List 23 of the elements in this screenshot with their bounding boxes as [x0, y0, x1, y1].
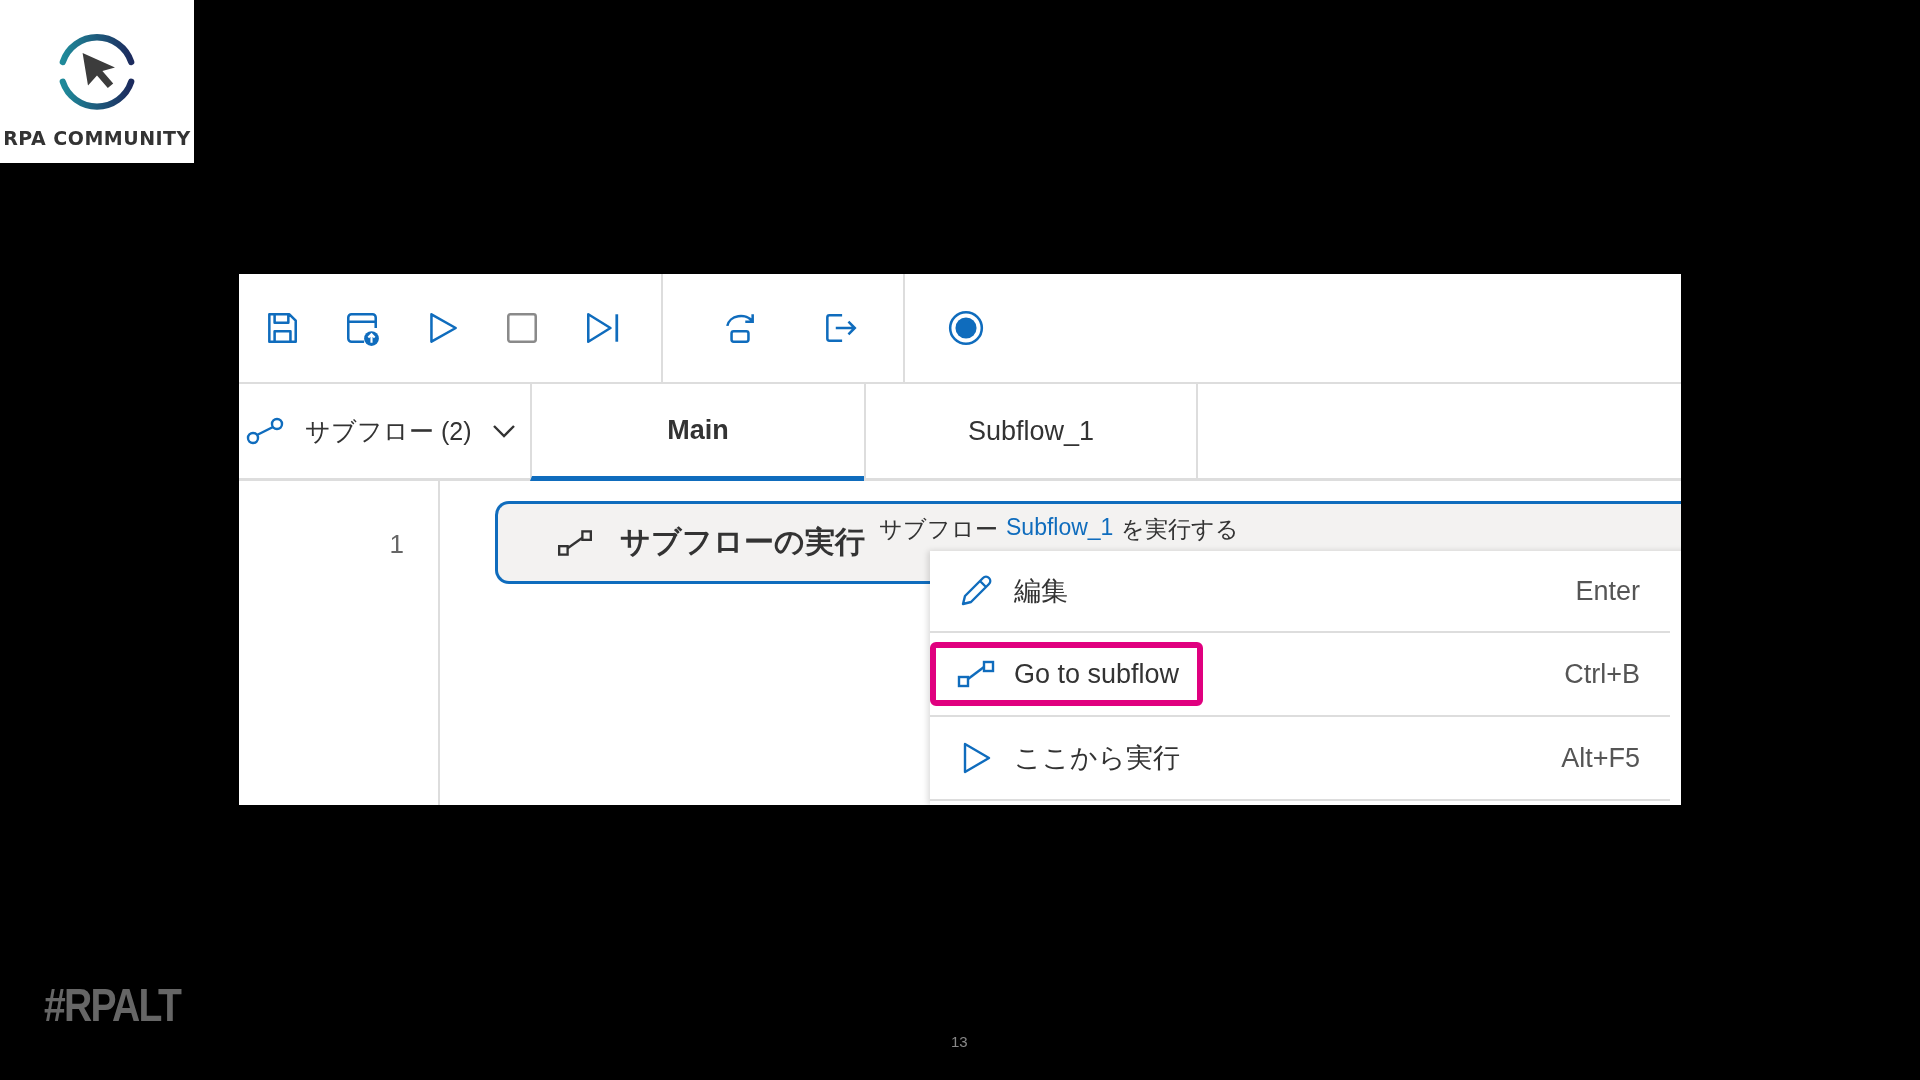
subflows-dropdown[interactable]: サブフロー (2): [239, 384, 530, 478]
tab[interactable]: Subflow_1: [864, 384, 1198, 478]
shortcut-text: Ctrl+B: [1564, 658, 1640, 690]
page-number: 13: [951, 1033, 968, 1050]
tab[interactable]: Main: [530, 384, 864, 481]
menu-label: ここから実行: [1014, 742, 1180, 775]
subflow-icon: [245, 416, 285, 446]
action-title: サブフローの実行: [620, 524, 865, 560]
menu-label: Go to subflow: [1014, 658, 1180, 690]
action-description: を実行する: [1121, 515, 1240, 544]
subflow-icon: [556, 527, 594, 558]
hashtag-text: #RPALT: [44, 978, 181, 1032]
chevron-down-icon: [491, 424, 516, 438]
line-number: 1: [389, 529, 404, 560]
subflow-link[interactable]: Subflow_1: [1006, 514, 1114, 541]
logo-text: RPA COMMUNITY: [3, 127, 191, 149]
menu-item[interactable]: Go to subflow Ctrl+B: [930, 633, 1670, 717]
menu-item[interactable]: 編集 Enter: [930, 551, 1670, 633]
dropdown-label: サブフロー (2): [305, 415, 472, 447]
menu-item[interactable]: ここから実行 Alt+F5: [930, 717, 1670, 801]
shortcut-text: Alt+F5: [1561, 742, 1640, 774]
record-icon[interactable]: [947, 309, 985, 347]
action-description: サブフロー: [879, 515, 998, 544]
